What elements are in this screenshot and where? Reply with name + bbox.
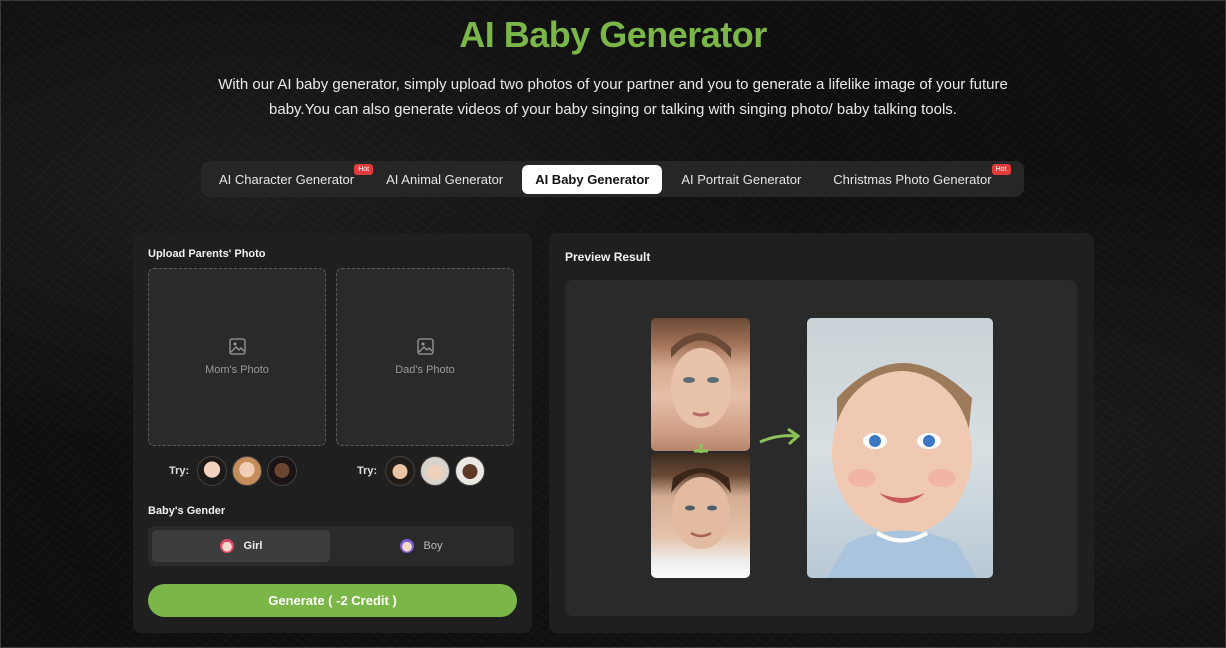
girl-option[interactable]: Girl [152,530,330,562]
tab-ai-character-generator[interactable]: AI Character Generator Hot [206,163,374,194]
tab-christmas-photo-generator[interactable]: Christmas Photo Generator Hot [820,163,1011,194]
mom-sample-photo [651,318,750,451]
tab-label: AI Baby Generator [535,171,650,187]
dad-try-samples: Try: [357,456,490,486]
hot-badge: Hot [354,163,374,175]
image-icon [228,338,246,364]
tab-label: AI Animal Generator [386,171,504,187]
sample-mom-avatar-2[interactable] [232,456,263,486]
tab-ai-portrait-generator[interactable]: AI Portrait Generator [668,165,814,194]
page-title: AI Baby Generator [459,14,767,55]
tab-label: AI Portrait Generator [681,171,802,187]
tab-label: Christmas Photo Generator [833,171,992,187]
sample-mom-avatar-3[interactable] [267,456,298,486]
boy-option[interactable]: Boy [332,530,510,562]
sample-dad-avatar-1[interactable] [385,456,416,486]
try-label: Try: [169,465,190,477]
page-description: With our AI baby generator, simply uploa… [218,76,1008,118]
gender-toggle: Girl Boy [148,526,514,566]
try-label: Try: [357,465,378,477]
dad-photo-upload[interactable]: Dad's Photo [336,268,514,446]
mom-try-samples: Try: [169,456,302,486]
girl-label: Girl [243,540,263,552]
preview-label: Preview Result [565,250,651,264]
mom-photo-upload[interactable]: Mom's Photo [148,268,326,446]
boy-icon [399,539,414,553]
upload-panel: Upload Parents' Photo Mom's Photo Dad's … [133,233,532,633]
preview-panel: Preview Result [549,233,1094,633]
boy-label: Boy [423,540,443,552]
mom-photo-label: Mom's Photo [205,364,269,376]
generator-tabs: AI Character Generator Hot AI Animal Gen… [201,161,1024,197]
sample-dad-avatar-2[interactable] [420,456,451,486]
sample-mom-avatar-1[interactable] [197,456,228,486]
upload-section-label: Upload Parents' Photo [148,248,266,260]
baby-result-photo [807,318,993,578]
tab-ai-animal-generator[interactable]: AI Animal Generator [373,165,516,194]
image-icon [416,338,434,364]
dad-photo-label: Dad's Photo [395,364,455,376]
gender-section-label: Baby's Gender [148,505,226,517]
dad-sample-photo [651,453,750,578]
generate-button[interactable]: Generate ( -2 Credit ) [148,584,517,617]
arrow-right-icon [758,426,802,450]
tab-ai-baby-generator[interactable]: AI Baby Generator [522,164,663,194]
tab-label: AI Character Generator [219,171,355,187]
sample-dad-avatar-3[interactable] [455,456,486,486]
preview-area [565,280,1077,616]
hot-badge: Hot [991,163,1011,175]
girl-icon [219,539,234,553]
